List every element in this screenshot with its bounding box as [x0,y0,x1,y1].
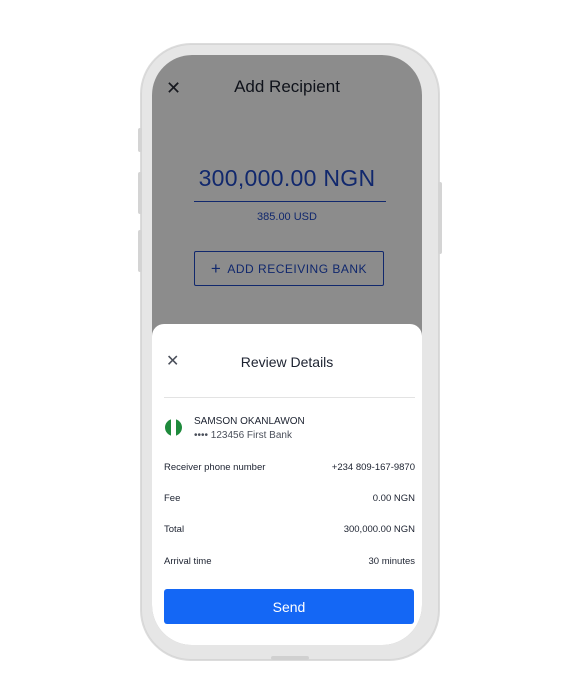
home-indicator [271,656,309,660]
phone-volume-down-button [138,230,142,272]
detail-row-receiver-phone: Receiver phone number +234 809-167-9870 [164,462,415,473]
phone-power-button [438,182,442,254]
phone-screen: ✕ Add Recipient 300,000.00 NGN 385.00 US… [152,55,422,645]
review-details-sheet: ✕ Review Details SAMSON OKANLAWON •••• 1… [152,324,422,645]
detail-value: +234 809-167-9870 [331,462,415,473]
detail-value: 30 minutes [368,556,415,567]
sheet-title: Review Details [240,354,334,370]
phone-volume-up-button [138,172,142,214]
detail-label: Fee [164,493,181,504]
detail-label: Total [164,524,185,535]
recipient-name: SAMSON OKANLAWON [194,416,305,427]
detail-row-arrival-time: Arrival time 30 minutes [164,556,415,567]
divider [164,397,415,398]
nigeria-flag-icon [165,419,182,436]
detail-value: 0.00 NGN [372,493,415,504]
detail-row-total: Total 300,000.00 NGN [164,524,415,535]
send-button[interactable]: Send [164,589,414,624]
detail-row-fee: Fee 0.00 NGN [164,493,415,504]
phone-side-button [138,128,142,152]
detail-label: Receiver phone number [164,462,266,473]
detail-value: 300,000.00 NGN [343,524,415,535]
recipient-account: •••• 123456 First Bank [194,430,292,441]
detail-label: Arrival time [164,556,212,567]
